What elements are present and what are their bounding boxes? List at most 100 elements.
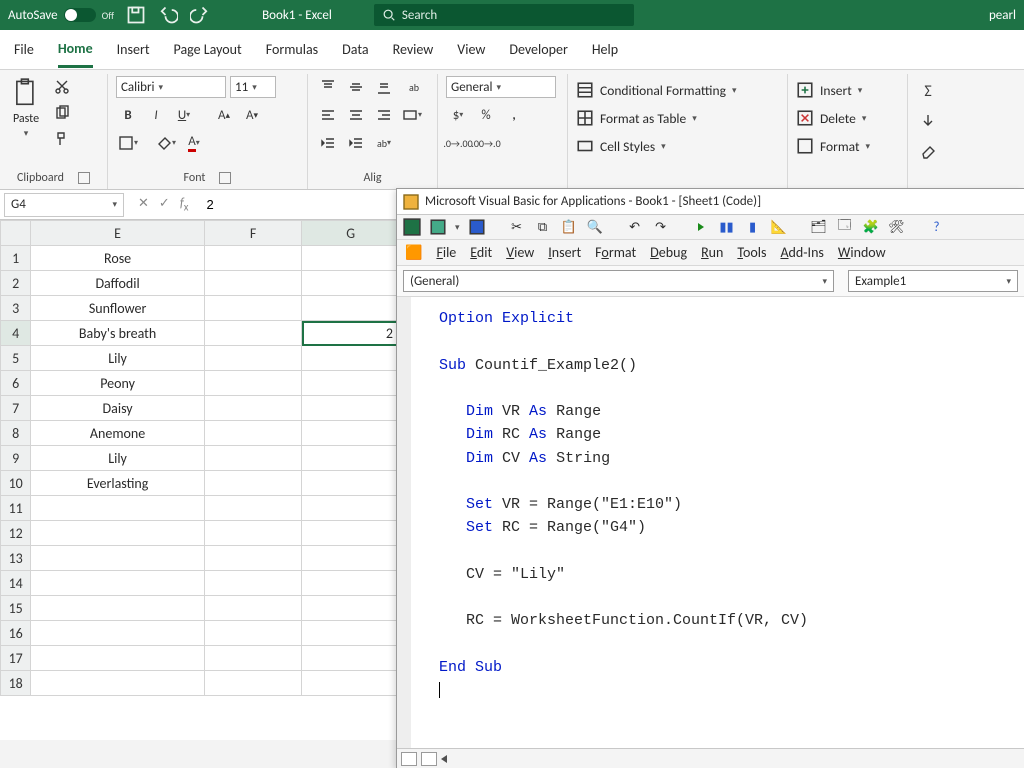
dec-decimal-button[interactable]: .00→.0 [474,132,498,154]
vba-reset-icon[interactable]: ▮ [744,218,762,236]
fill-button[interactable] [916,110,940,132]
vba-menu-file[interactable]: File [436,244,456,261]
row-header-4[interactable]: 4 [1,321,31,346]
cell-g15[interactable] [302,596,400,621]
vba-scroll-left-icon[interactable] [441,755,447,763]
format-painter-button[interactable] [50,128,74,150]
user-name[interactable]: pearl [989,8,1016,23]
cell-g12[interactable] [302,521,400,546]
vba-menu-insert[interactable]: Insert [548,244,581,261]
fill-color-button[interactable]: ▾ [154,132,178,154]
cell-f10[interactable] [204,471,302,496]
row-header-16[interactable]: 16 [1,621,31,646]
cell-g8[interactable] [302,421,400,446]
merge-button[interactable]: ▾ [400,104,424,126]
cell-f13[interactable] [204,546,302,571]
toggle-off-icon[interactable] [64,8,96,22]
cell-f6[interactable] [204,371,302,396]
vba-menu-addins[interactable]: Add-Ins [780,244,823,261]
save-icon[interactable] [126,5,146,25]
col-header-g[interactable]: G [302,221,400,246]
autosum-button[interactable]: Σ [916,80,940,102]
row-header-12[interactable]: 12 [1,521,31,546]
underline-button[interactable]: U▾ [172,104,196,126]
align-bottom-button[interactable] [372,76,396,98]
vba-paste-icon[interactable]: 📋 [560,218,578,236]
cell-e3[interactable]: Sunflower [31,296,204,321]
cell-e7[interactable]: Daisy [31,396,204,421]
align-right-button[interactable] [372,104,396,126]
tab-formulas[interactable]: Formulas [266,41,318,66]
increase-font-button[interactable]: A▴ [212,104,236,126]
cell-g18[interactable] [302,671,400,696]
vba-save-icon[interactable] [468,218,486,236]
cell-e2[interactable]: Daffodil [31,271,204,296]
cell-g16[interactable] [302,621,400,646]
vba-menu-debug[interactable]: Debug [650,244,687,261]
row-header-11[interactable]: 11 [1,496,31,521]
clipboard-launcher[interactable] [78,172,90,184]
cell-e9[interactable]: Lily [31,446,204,471]
vba-menu-run[interactable]: Run [701,244,723,261]
copy-button[interactable] [50,102,74,124]
tab-file[interactable]: File [14,41,34,66]
vba-project-icon[interactable]: 🗂 [810,218,828,236]
cell-g9[interactable] [302,446,400,471]
font-size-combo[interactable]: 11▾ [230,76,276,98]
cell-g14[interactable] [302,571,400,596]
cell-g1[interactable] [302,246,400,271]
decrease-font-button[interactable]: A▾ [240,104,264,126]
format-as-table-button[interactable]: Format as Table▾ [576,108,697,128]
cell-g4[interactable]: 2 [302,321,400,346]
cell-g5[interactable] [302,346,400,371]
tab-home[interactable]: Home [58,40,93,68]
vba-copy-icon[interactable]: ⧉ [534,218,552,236]
cell-f12[interactable] [204,521,302,546]
tab-developer[interactable]: Developer [509,41,567,66]
comma-button[interactable]: , [502,104,526,126]
delete-cells-button[interactable]: Delete▾ [796,108,866,128]
name-box[interactable]: G4▾ [4,193,124,217]
align-top-button[interactable] [316,76,340,98]
indent-inc-button[interactable] [344,132,368,154]
vba-menu-window[interactable]: Window [838,244,886,261]
insert-cells-button[interactable]: Insert▾ [796,80,862,100]
fx-icon[interactable]: fx [180,196,189,214]
row-header-3[interactable]: 3 [1,296,31,321]
col-header-e[interactable]: E [31,221,204,246]
col-header-f[interactable]: F [204,221,302,246]
align-middle-button[interactable] [344,76,368,98]
row-header-6[interactable]: 6 [1,371,31,396]
clear-button[interactable] [916,140,940,162]
row-header-7[interactable]: 7 [1,396,31,421]
enter-formula-icon[interactable]: ✓ [159,196,170,214]
cell-g10[interactable] [302,471,400,496]
orientation-button[interactable]: ab▾ [372,132,396,154]
vba-break-icon[interactable]: ▮▮ [718,218,736,236]
vba-code-pane[interactable]: Option Explicit Sub Countif_Example2() D… [397,297,1024,748]
vba-help-icon[interactable]: ? [928,218,946,236]
cell-e14[interactable] [31,571,204,596]
vba-title-bar[interactable]: Microsoft Visual Basic for Applications … [397,189,1024,215]
cell-g17[interactable] [302,646,400,671]
vba-object-combo[interactable]: (General)▾ [403,270,834,292]
tab-review[interactable]: Review [393,41,434,66]
vba-menu-edit[interactable]: Edit [470,244,492,261]
row-header-1[interactable]: 1 [1,246,31,271]
align-left-button[interactable] [316,104,340,126]
cell-f3[interactable] [204,296,302,321]
cell-f8[interactable] [204,421,302,446]
row-header-13[interactable]: 13 [1,546,31,571]
font-color-button[interactable]: A▾ [182,132,206,154]
cell-f2[interactable] [204,271,302,296]
cut-button[interactable] [50,76,74,98]
tab-data[interactable]: Data [342,41,368,66]
vba-menu-format[interactable]: Format [595,244,636,261]
cell-f7[interactable] [204,396,302,421]
cell-styles-button[interactable]: Cell Styles▾ [576,136,666,156]
cell-e11[interactable] [31,496,204,521]
cell-g6[interactable] [302,371,400,396]
cell-e5[interactable]: Lily [31,346,204,371]
cell-e6[interactable]: Peony [31,371,204,396]
tab-page-layout[interactable]: Page Layout [174,41,242,66]
